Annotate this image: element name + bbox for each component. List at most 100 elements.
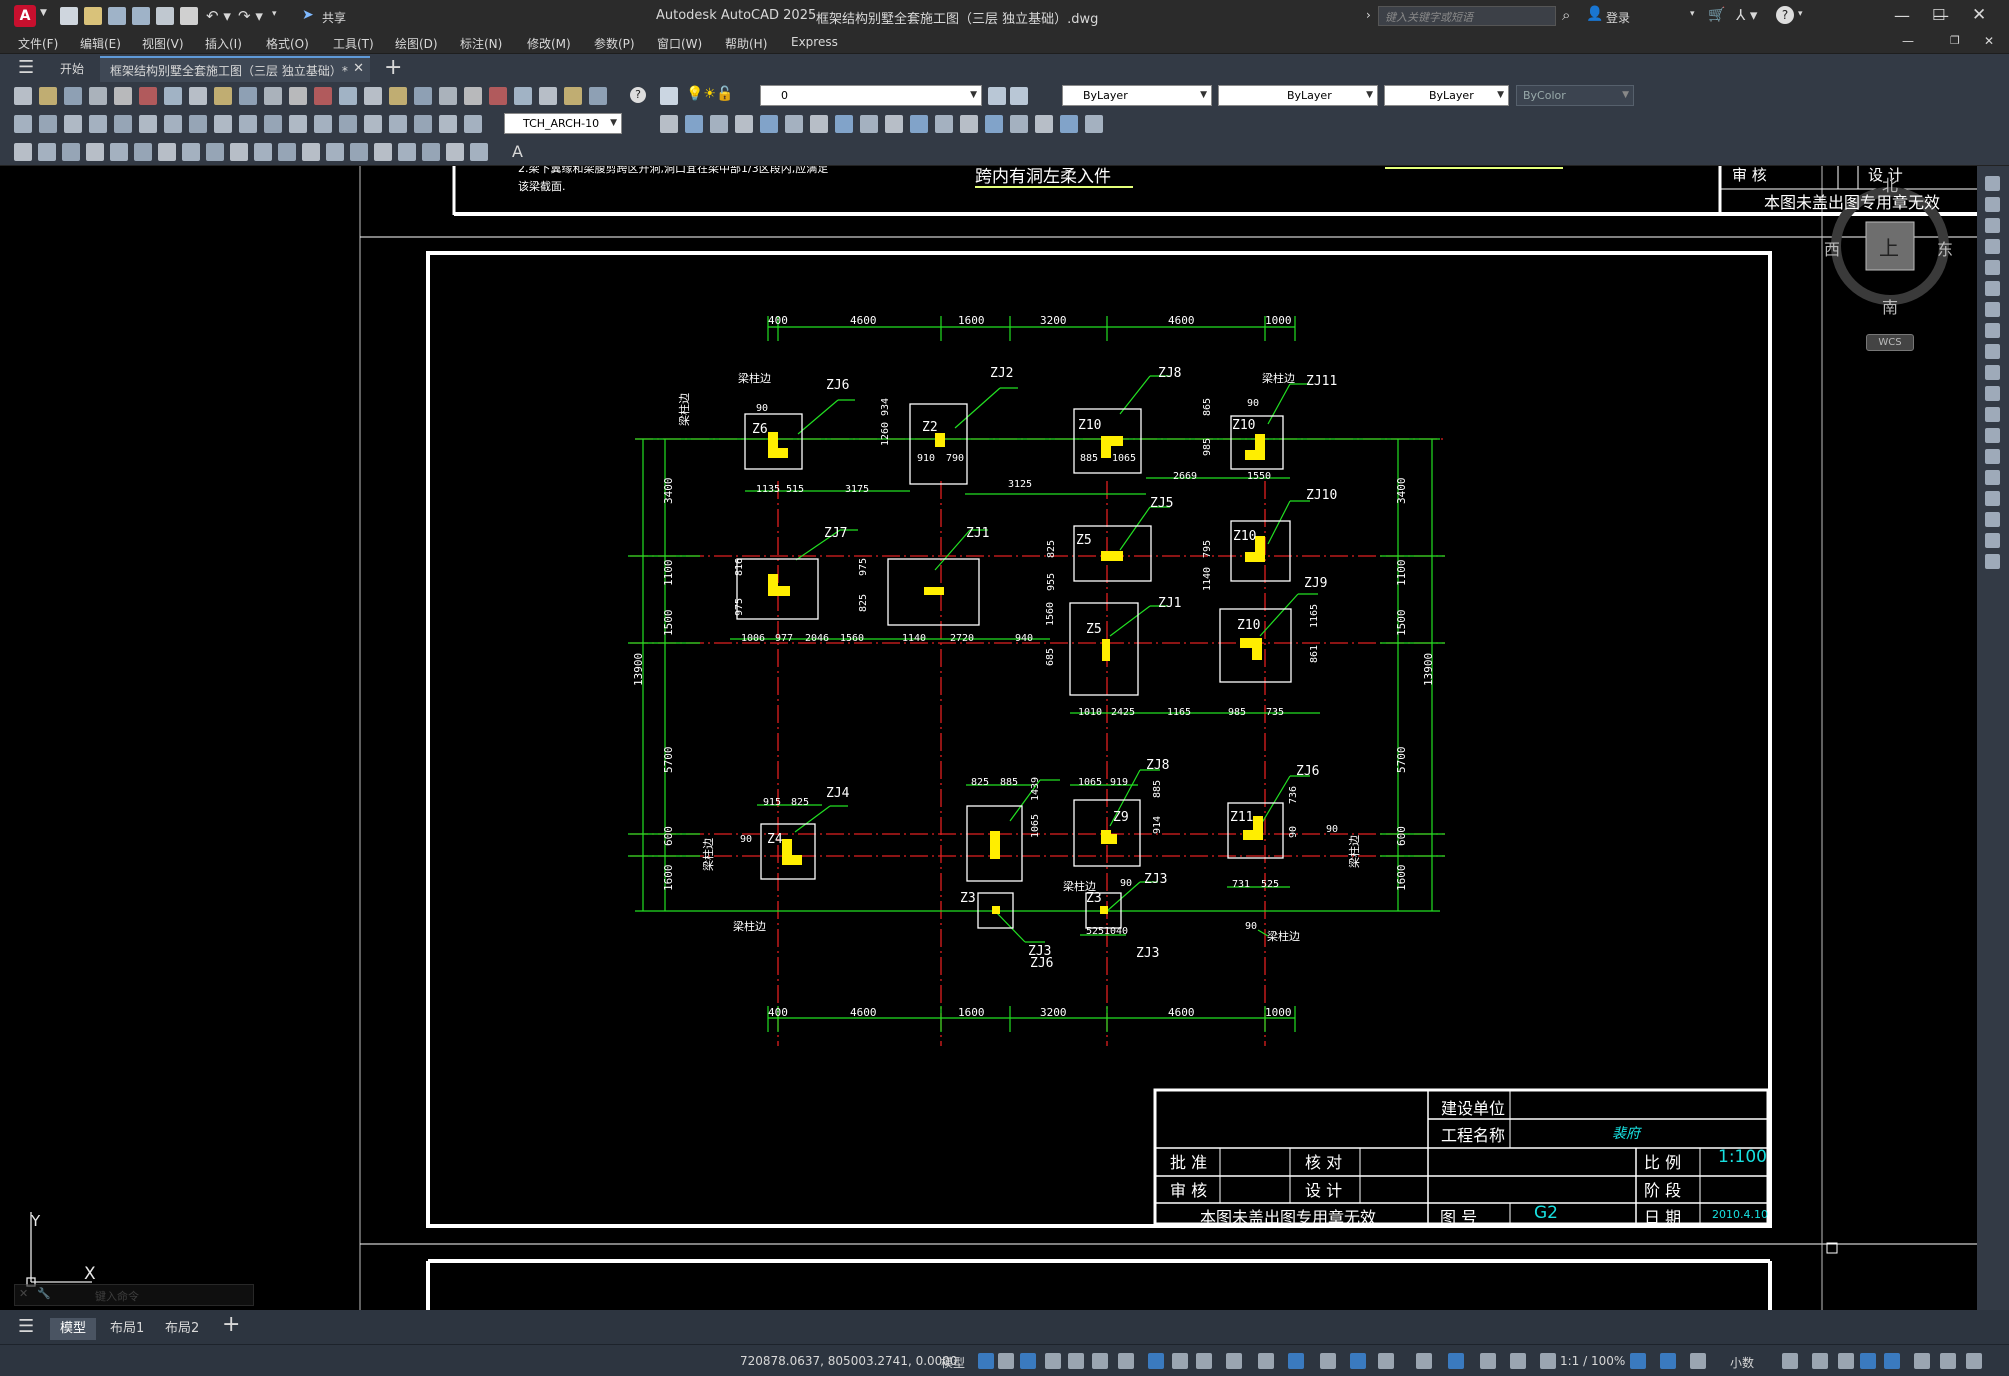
dim-tool-18-icon[interactable] — [439, 115, 457, 133]
dim-tool-17-icon[interactable] — [414, 115, 432, 133]
share-button[interactable]: 共享 — [322, 9, 346, 26]
palette-tool-8-icon[interactable] — [1985, 323, 2000, 338]
window-minimize-button[interactable]: — — [1894, 6, 1910, 25]
draw-tool-5-icon[interactable] — [110, 143, 128, 161]
status-toggle-16-icon[interactable] — [1378, 1353, 1394, 1369]
coordinates-readout[interactable]: 720878.0637, 805003.2741, 0.0000 — [740, 1354, 958, 1368]
standard-tool-11-icon[interactable] — [264, 87, 282, 105]
share-icon[interactable]: ➤ — [302, 7, 314, 23]
draw-tool-2-icon[interactable] — [38, 143, 56, 161]
status-toggle-12-icon[interactable] — [1258, 1353, 1274, 1369]
print-icon[interactable] — [180, 7, 198, 25]
command-settings-icon[interactable]: 🔧 — [37, 1287, 51, 1300]
dim-tool-10-icon[interactable] — [239, 115, 257, 133]
modify-tool-15-icon[interactable] — [1010, 115, 1028, 133]
modify-tool-5-icon[interactable] — [760, 115, 778, 133]
login-arrow-icon[interactable]: ▾ — [1690, 9, 1695, 19]
dim-tool-12-icon[interactable] — [289, 115, 307, 133]
draw-tool-13-icon[interactable] — [302, 143, 320, 161]
modify-tool-11-icon[interactable] — [910, 115, 928, 133]
annotation-scale[interactable]: 1:1 / 100% — [1560, 1354, 1625, 1368]
help-icon[interactable]: ? — [1776, 6, 1794, 24]
status-toggle-5-icon[interactable] — [1068, 1353, 1084, 1369]
dim-tool-3-icon[interactable] — [64, 115, 82, 133]
new-tab-icon[interactable]: + — [384, 55, 402, 80]
dim-tool-13-icon[interactable] — [314, 115, 332, 133]
palette-tool-16-icon[interactable] — [1985, 491, 2000, 506]
palette-tool-17-icon[interactable] — [1985, 512, 2000, 527]
save-as-icon[interactable] — [132, 7, 150, 25]
modify-tool-9-icon[interactable] — [860, 115, 878, 133]
status-toggle-14-icon[interactable] — [1320, 1353, 1336, 1369]
undo-icon[interactable]: ↶ ▾ — [206, 7, 231, 25]
layer-previous-icon[interactable] — [1010, 87, 1028, 105]
doc-close-icon[interactable]: ✕ — [1984, 34, 1994, 48]
dim-tool-1-icon[interactable] — [14, 115, 32, 133]
standard-tool-12-icon[interactable] — [289, 87, 307, 105]
palette-tool-14-icon[interactable] — [1985, 449, 2000, 464]
dim-tool-9-icon[interactable] — [214, 115, 232, 133]
tab-drawing[interactable]: 框架结构别墅全套施工图（三层 独立基础）* ✕ — [100, 56, 370, 82]
dim-tool-7-icon[interactable] — [164, 115, 182, 133]
dim-tool-5-icon[interactable] — [114, 115, 132, 133]
lineweight-combo[interactable]: ByLayer ▼ — [1384, 85, 1509, 106]
login-button[interactable]: 登录 — [1606, 9, 1630, 26]
units-combo[interactable]: 小数 — [1730, 1354, 1754, 1371]
draw-tool-8-icon[interactable] — [182, 143, 200, 161]
status-toggle-31-icon[interactable] — [1940, 1353, 1956, 1369]
status-toggle-2-icon[interactable] — [998, 1353, 1014, 1369]
standard-tool-21-icon[interactable] — [514, 87, 532, 105]
draw-tool-10-icon[interactable] — [230, 143, 248, 161]
viewcube-south[interactable]: 南 — [1882, 294, 1898, 318]
standard-tool-6-icon[interactable] — [139, 87, 157, 105]
modify-tool-17-icon[interactable] — [1060, 115, 1078, 133]
doc-minimize-icon[interactable]: — — [1902, 34, 1914, 48]
modify-tool-2-icon[interactable] — [685, 115, 703, 133]
status-toggle-8-icon[interactable] — [1148, 1353, 1164, 1369]
modify-tool-14-icon[interactable] — [985, 115, 1003, 133]
palette-tool-15-icon[interactable] — [1985, 470, 2000, 485]
layer-combo[interactable]: 0 ▼ — [760, 85, 982, 106]
tab-start[interactable]: 开始 — [60, 60, 84, 77]
status-toggle-10-icon[interactable] — [1196, 1353, 1212, 1369]
standard-tool-7-icon[interactable] — [164, 87, 182, 105]
status-toggle-15-icon[interactable] — [1350, 1353, 1366, 1369]
menu-insert[interactable]: 插入(I) — [205, 35, 242, 52]
modify-tool-1-icon[interactable] — [660, 115, 678, 133]
standard-tool-9-icon[interactable] — [214, 87, 232, 105]
viewcube-east[interactable]: 东 — [1937, 236, 1953, 260]
autocad-logo[interactable]: A — [14, 5, 36, 27]
draw-tool-17-icon[interactable] — [398, 143, 416, 161]
palette-tool-9-icon[interactable] — [1985, 344, 2000, 359]
palette-tool-6-icon[interactable] — [1985, 281, 2000, 296]
modify-tool-6-icon[interactable] — [785, 115, 803, 133]
palette-tool-1-icon[interactable] — [1985, 176, 2000, 191]
search-expand-icon[interactable]: › — [1366, 8, 1371, 22]
status-toggle-13-icon[interactable] — [1288, 1353, 1304, 1369]
status-toggle-4-icon[interactable] — [1045, 1353, 1061, 1369]
viewcube-north[interactable]: 北 — [1882, 172, 1898, 196]
palette-tool-2-icon[interactable] — [1985, 197, 2000, 212]
standard-tool-22-icon[interactable] — [539, 87, 557, 105]
status-toggle-20-icon[interactable] — [1510, 1353, 1526, 1369]
autodesk-a-icon[interactable]: ⅄ ▾ — [1736, 6, 1757, 24]
dim-tool-14-icon[interactable] — [339, 115, 357, 133]
dim-tool-11-icon[interactable] — [264, 115, 282, 133]
doc-restore-icon[interactable]: ❐ — [1950, 34, 1960, 47]
search-input[interactable]: 键入关键字或短语 — [1378, 6, 1556, 26]
status-toggle-30-icon[interactable] — [1914, 1353, 1930, 1369]
palette-tool-12-icon[interactable] — [1985, 407, 2000, 422]
modify-tool-4-icon[interactable] — [735, 115, 753, 133]
command-input[interactable]: 键入命令 — [95, 1288, 139, 1304]
menu-dimension[interactable]: 标注(N) — [460, 35, 502, 52]
layer-state-icons[interactable]: 💡☀🔓 — [686, 86, 733, 102]
menu-format[interactable]: 格式(O) — [266, 35, 309, 52]
status-toggle-26-icon[interactable] — [1812, 1353, 1828, 1369]
draw-tool-14-icon[interactable] — [326, 143, 344, 161]
window-close-button[interactable]: ✕ — [1972, 5, 1986, 25]
make-current-icon[interactable] — [988, 87, 1006, 105]
menu-parametric[interactable]: 参数(P) — [594, 35, 635, 52]
menu-file[interactable]: 文件(F) — [18, 35, 58, 52]
status-toggle-23-icon[interactable] — [1660, 1353, 1676, 1369]
viewcube-top-face[interactable]: 上 — [1879, 232, 1899, 261]
